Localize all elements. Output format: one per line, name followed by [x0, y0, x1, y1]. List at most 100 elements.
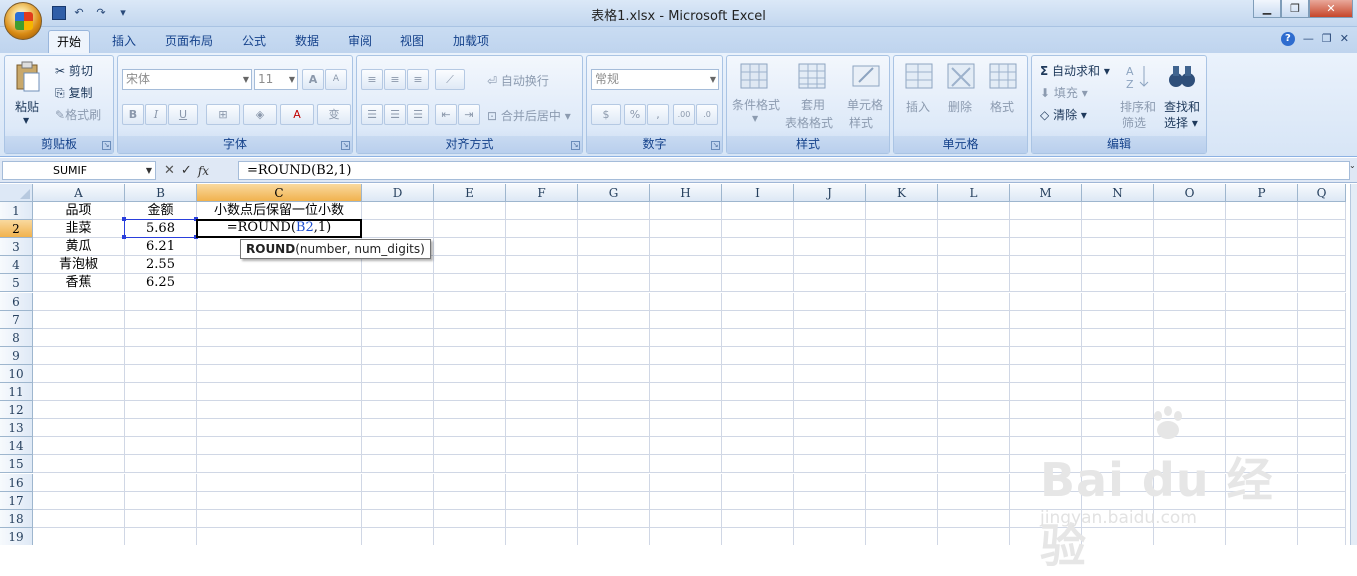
- maximize-button[interactable]: ❐: [1281, 0, 1309, 18]
- font-launcher-icon[interactable]: ↘: [341, 141, 350, 150]
- column-header-e[interactable]: E: [434, 184, 506, 202]
- cell-e11[interactable]: [434, 383, 506, 401]
- cell-q14[interactable]: [1298, 437, 1346, 456]
- cell-h4[interactable]: [650, 256, 722, 275]
- sort-filter-label-2[interactable]: 筛选: [1122, 114, 1146, 131]
- cell-i8[interactable]: [722, 328, 794, 347]
- cell-f14[interactable]: [506, 437, 578, 456]
- cell-b6[interactable]: [125, 292, 197, 311]
- cell-o17[interactable]: [1154, 491, 1226, 510]
- cell-k8[interactable]: [866, 328, 938, 347]
- cell-p17[interactable]: [1226, 491, 1298, 510]
- column-header-o[interactable]: O: [1154, 184, 1226, 202]
- cell-e18[interactable]: [434, 509, 506, 528]
- cell-q19[interactable]: [1298, 527, 1346, 545]
- cell-l2[interactable]: [938, 220, 1010, 239]
- cell-p1[interactable]: [1226, 202, 1298, 220]
- cell-j4[interactable]: [794, 256, 866, 275]
- cell-g3[interactable]: [578, 238, 650, 257]
- cell-e4[interactable]: [434, 256, 506, 275]
- align-center-button[interactable]: ☰: [384, 104, 406, 125]
- row-header-9[interactable]: 9: [0, 346, 33, 365]
- column-header-a[interactable]: A: [33, 184, 125, 202]
- cell-d8[interactable]: [362, 328, 434, 347]
- cell-d19[interactable]: [362, 527, 434, 545]
- close-button[interactable]: ✕: [1309, 0, 1353, 18]
- cell-q17[interactable]: [1298, 491, 1346, 510]
- comma-button[interactable]: ,: [647, 104, 669, 125]
- cell-d1[interactable]: [362, 202, 434, 220]
- row-header-16[interactable]: 16: [0, 473, 33, 492]
- cell-h7[interactable]: [650, 310, 722, 329]
- cell-c16[interactable]: [197, 473, 362, 492]
- cell-m9[interactable]: [1010, 346, 1082, 365]
- reference-handle[interactable]: [122, 217, 126, 222]
- cell-a4[interactable]: 青泡椒: [33, 256, 125, 275]
- row-header-15[interactable]: 15: [0, 455, 33, 474]
- column-header-l[interactable]: L: [938, 184, 1010, 202]
- row-header-18[interactable]: 18: [0, 509, 33, 528]
- cell-p16[interactable]: [1226, 473, 1298, 492]
- cell-j7[interactable]: [794, 310, 866, 329]
- cell-d6[interactable]: [362, 292, 434, 311]
- row-header-2[interactable]: 2: [0, 220, 33, 239]
- cell-j9[interactable]: [794, 346, 866, 365]
- cut-button[interactable]: ✂ 剪切: [55, 62, 93, 79]
- cell-g6[interactable]: [578, 292, 650, 311]
- cell-a3[interactable]: 黄瓜: [33, 238, 125, 257]
- cell-l16[interactable]: [938, 473, 1010, 492]
- format-as-table-icon[interactable]: [797, 62, 827, 90]
- cell-g10[interactable]: [578, 364, 650, 383]
- italic-button[interactable]: I: [145, 104, 167, 125]
- active-cell-editor[interactable]: =ROUND(B2,1): [196, 219, 362, 239]
- cell-f18[interactable]: [506, 509, 578, 528]
- row-header-14[interactable]: 14: [0, 437, 33, 456]
- column-header-q[interactable]: Q: [1298, 184, 1346, 202]
- cell-k2[interactable]: [866, 220, 938, 239]
- cell-l1[interactable]: [938, 202, 1010, 220]
- cell-h9[interactable]: [650, 346, 722, 365]
- cell-q2[interactable]: [1298, 220, 1346, 239]
- cell-p19[interactable]: [1226, 527, 1298, 545]
- cell-h19[interactable]: [650, 527, 722, 545]
- cell-a2[interactable]: 韭菜: [33, 220, 125, 239]
- cell-b1[interactable]: 金额: [125, 202, 197, 220]
- tab-review[interactable]: 审阅: [340, 30, 380, 53]
- ribbon-restore-button[interactable]: ❐: [1322, 32, 1332, 46]
- cell-k12[interactable]: [866, 401, 938, 420]
- tab-home[interactable]: 开始: [48, 30, 91, 53]
- cell-g1[interactable]: [578, 202, 650, 220]
- cell-c1[interactable]: 小数点后保留一位小数: [197, 202, 362, 220]
- cell-f10[interactable]: [506, 364, 578, 383]
- cell-m3[interactable]: [1010, 238, 1082, 257]
- cell-j19[interactable]: [794, 527, 866, 545]
- expand-formula-bar-icon[interactable]: ⌄: [1349, 161, 1357, 180]
- cell-j1[interactable]: [794, 202, 866, 220]
- cell-a15[interactable]: [33, 455, 125, 474]
- cell-l10[interactable]: [938, 364, 1010, 383]
- merge-center-button[interactable]: ⊡ 合并后居中 ▾: [487, 107, 571, 124]
- cell-j10[interactable]: [794, 364, 866, 383]
- cell-p5[interactable]: [1226, 274, 1298, 293]
- cell-n4[interactable]: [1082, 256, 1154, 275]
- cell-o19[interactable]: [1154, 527, 1226, 545]
- cell-n12[interactable]: [1082, 401, 1154, 420]
- bold-button[interactable]: B: [122, 104, 144, 125]
- cell-o12[interactable]: [1154, 401, 1226, 420]
- cell-k9[interactable]: [866, 346, 938, 365]
- cell-a19[interactable]: [33, 527, 125, 545]
- cell-a16[interactable]: [33, 473, 125, 492]
- cell-j16[interactable]: [794, 473, 866, 492]
- cell-b13[interactable]: [125, 419, 197, 438]
- cell-q16[interactable]: [1298, 473, 1346, 492]
- cell-e6[interactable]: [434, 292, 506, 311]
- cell-b4[interactable]: 2.55: [125, 256, 197, 275]
- tab-data[interactable]: 数据: [287, 30, 327, 53]
- cell-a11[interactable]: [33, 383, 125, 401]
- cell-b15[interactable]: [125, 455, 197, 474]
- cell-j18[interactable]: [794, 509, 866, 528]
- format-painter-button[interactable]: ✎格式刷: [55, 106, 101, 123]
- tab-view[interactable]: 视图: [392, 30, 432, 53]
- cell-f12[interactable]: [506, 401, 578, 420]
- cell-p11[interactable]: [1226, 383, 1298, 401]
